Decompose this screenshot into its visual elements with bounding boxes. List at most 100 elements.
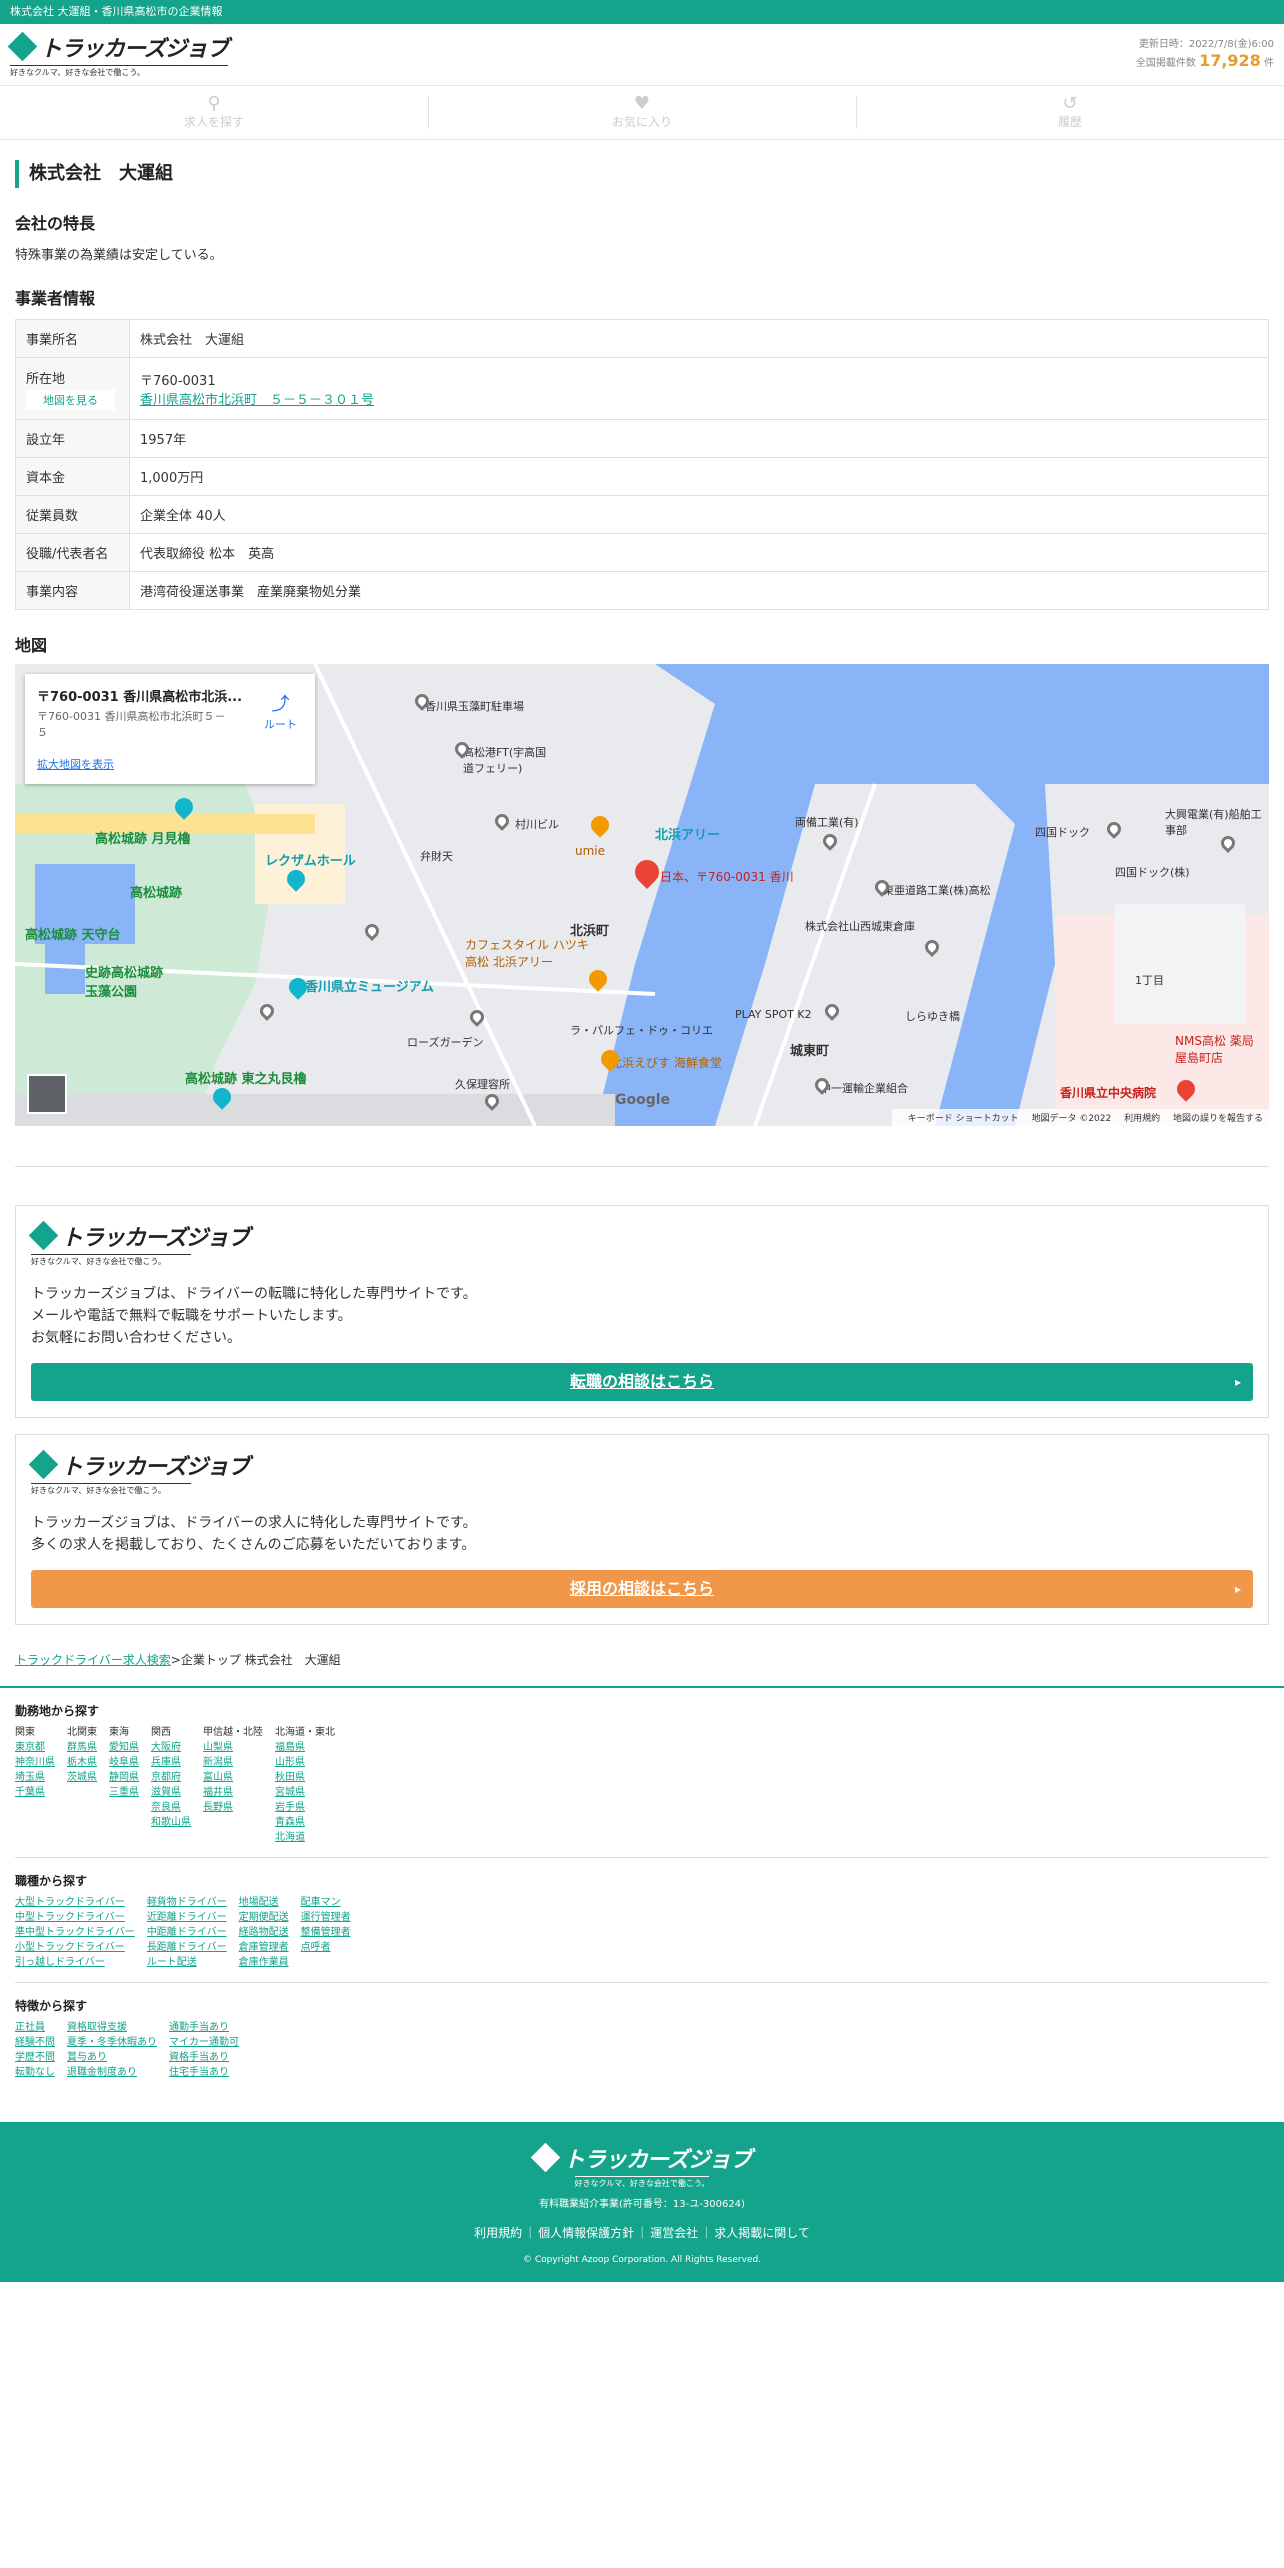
sitemap-link[interactable]: 準中型トラックドライバー: [15, 1925, 135, 1940]
sitemap-link[interactable]: 賞与あり: [67, 2050, 157, 2065]
route-button[interactable]: ⤴ ルート: [264, 690, 297, 732]
logo-tagline: 好きなクルマ、好きな会社で働こう。: [574, 2176, 710, 2189]
sitemap-link[interactable]: 静岡県: [109, 1770, 139, 1785]
sitemap-link[interactable]: 転勤なし: [15, 2065, 55, 2080]
logo-tagline: 好きなクルマ、好きな会社で働こう。: [10, 65, 228, 78]
sitemap-link[interactable]: 新潟県: [203, 1755, 263, 1770]
map-label: 高松城跡: [130, 886, 183, 901]
sitemap-link[interactable]: 正社員: [15, 2020, 55, 2035]
footer-logo[interactable]: トラッカーズジョブ 好きなクルマ、好きな会社で働こう。: [0, 2142, 1284, 2189]
sitemap-link[interactable]: 点呼者: [301, 1940, 351, 1955]
street-view-thumbnail[interactable]: [27, 1074, 67, 1114]
map-label: NMS高松 薬局 屋島町店: [1175, 1034, 1254, 1065]
sitemap-link[interactable]: 倉庫作業員: [239, 1955, 289, 1970]
sitemap-link[interactable]: 北海道: [275, 1830, 335, 1845]
info-heading: 事業者情報: [15, 289, 96, 308]
sitemap-link[interactable]: 福井県: [203, 1785, 263, 1800]
sitemap-link[interactable]: 経験不問: [15, 2035, 55, 2050]
sitemap-link[interactable]: 経路物配送: [239, 1925, 289, 1940]
sitemap-link[interactable]: 岩手県: [275, 1800, 335, 1815]
promo-text: メールや電話で無料で転職をサポートいたします。: [31, 1308, 352, 1324]
sitemap-link[interactable]: マイカー通勤可: [169, 2035, 239, 2050]
sitemap-link[interactable]: 山梨県: [203, 1740, 263, 1755]
sitemap-link[interactable]: 学歴不問: [15, 2050, 55, 2065]
map-footer-terms[interactable]: 利用規約: [1124, 1114, 1160, 1124]
marker-label: 日本、〒760-0031 香川: [660, 870, 794, 884]
embedded-map[interactable]: 〒760-0031 香川県高松市北浜... 〒760-0031 香川県高松市北浜…: [15, 664, 1269, 1126]
sitemap-link[interactable]: 富山県: [203, 1770, 263, 1785]
sitemap-column: 通勤手当あり マイカー通勤可 資格手当あり 住宅手当あり: [169, 2020, 239, 2080]
footer-link-posting[interactable]: 求人掲載に関して: [698, 2226, 810, 2240]
sitemap-link[interactable]: 山形県: [275, 1755, 335, 1770]
sitemap-link[interactable]: 岐阜県: [109, 1755, 139, 1770]
map-footer-shortcuts[interactable]: キーボード ショートカット: [908, 1114, 1019, 1124]
footer-link-privacy[interactable]: 個人情報保護方針: [522, 2226, 634, 2240]
sitemap-link[interactable]: 中型トラックドライバー: [15, 1910, 135, 1925]
sitemap-link[interactable]: 栃木県: [67, 1755, 97, 1770]
sitemap-link[interactable]: 長距離ドライバー: [147, 1940, 227, 1955]
sitemap-link[interactable]: 長野県: [203, 1800, 263, 1815]
sitemap-link[interactable]: 埼玉県: [15, 1770, 55, 1785]
enlarge-map-link[interactable]: 拡大地図を表示: [37, 756, 114, 772]
sitemap-link[interactable]: 小型トラックドライバー: [15, 1940, 135, 1955]
sitemap-link[interactable]: 茨城県: [67, 1770, 97, 1785]
map-footer-report[interactable]: 地図の誤りを報告する: [1173, 1114, 1263, 1124]
sitemap-link[interactable]: 夏季・冬季休暇あり: [67, 2035, 157, 2050]
sitemap-link[interactable]: 京都府: [151, 1770, 191, 1785]
sitemap-link[interactable]: 東京都: [15, 1740, 55, 1755]
sitemap-link[interactable]: 住宅手当あり: [169, 2065, 239, 2080]
logo-mark-icon: [7, 31, 38, 62]
sitemap-link[interactable]: 配車マン: [301, 1895, 351, 1910]
map-label: 香川県玉藻町駐車場: [425, 700, 524, 713]
sitemap-link[interactable]: 群馬県: [67, 1740, 97, 1755]
footer-link-company[interactable]: 運営会社: [634, 2226, 698, 2240]
sitemap-link[interactable]: 和歌山県: [151, 1815, 191, 1830]
nav-search[interactable]: ⚲ 求人を探す: [0, 86, 428, 139]
breadcrumb-home-link[interactable]: トラックドライバー求人検索: [15, 1653, 171, 1667]
sitemap-column: 北関東 群馬県 栃木県 茨城県: [67, 1725, 97, 1845]
sitemap-link[interactable]: ルート配送: [147, 1955, 227, 1970]
sitemap-link[interactable]: 滋賀県: [151, 1785, 191, 1800]
promo-text: お気軽にお問い合わせください。: [31, 1330, 241, 1346]
hiring-consult-button[interactable]: 採用の相談はこちら: [31, 1570, 1253, 1608]
sitemap-link[interactable]: 千葉県: [15, 1785, 55, 1800]
sitemap-link[interactable]: 奈良県: [151, 1800, 191, 1815]
nav-history[interactable]: ↺ 履歴: [856, 86, 1284, 139]
map-label: レクザムホール: [265, 854, 356, 869]
sitemap-link[interactable]: 近距離ドライバー: [147, 1910, 227, 1925]
address-link[interactable]: 香川県高松市北浜町 ５－５－３０１号: [140, 393, 374, 408]
sitemap-columns: 大型トラックドライバー 中型トラックドライバー 準中型トラックドライバー 小型トラック…: [15, 1895, 1269, 1970]
sitemap-link[interactable]: 三重県: [109, 1785, 139, 1800]
sitemap-link[interactable]: 退職金制度あり: [67, 2065, 157, 2080]
sitemap-link[interactable]: 青森県: [275, 1815, 335, 1830]
sitemap-link[interactable]: 大型トラックドライバー: [15, 1895, 135, 1910]
table-row: 資本金 1,000万円: [15, 457, 1269, 496]
view-map-button[interactable]: 地図を見る: [26, 389, 115, 410]
sitemap-link[interactable]: 兵庫県: [151, 1755, 191, 1770]
nav-favorites[interactable]: ♥ お気に入り: [428, 86, 856, 139]
sitemap-link[interactable]: 福島県: [275, 1740, 335, 1755]
sitemap-link[interactable]: 地場配送: [239, 1895, 289, 1910]
footer-link-terms[interactable]: 利用規約: [474, 2226, 522, 2240]
career-consult-button[interactable]: 転職の相談はこちら: [31, 1363, 1253, 1401]
sitemap-link[interactable]: 定期便配送: [239, 1910, 289, 1925]
sitemap-link[interactable]: 神奈川県: [15, 1755, 55, 1770]
sitemap-link[interactable]: 通勤手当あり: [169, 2020, 239, 2035]
site-logo[interactable]: トラッカーズジョブ 好きなクルマ、好きな会社で働こう。: [7, 31, 229, 78]
total-count: 17,928: [1199, 51, 1261, 70]
sitemap-link[interactable]: 愛知県: [109, 1740, 139, 1755]
sitemap-link[interactable]: 整備管理者: [301, 1925, 351, 1940]
sitemap-link[interactable]: 資格取得支援: [67, 2020, 157, 2035]
sitemap-link[interactable]: 大阪府: [151, 1740, 191, 1755]
sitemap-link[interactable]: 軽貨物ドライバー: [147, 1895, 227, 1910]
sitemap-link[interactable]: 中距離ドライバー: [147, 1925, 227, 1940]
sitemap-link[interactable]: 運行管理者: [301, 1910, 351, 1925]
sitemap-link[interactable]: 宮城県: [275, 1785, 335, 1800]
google-logo: Google: [615, 1092, 671, 1108]
sitemap-link[interactable]: 倉庫管理者: [239, 1940, 289, 1955]
promo-logo: トラッカーズジョブ 好きなクルマ、好きな会社で働こう。: [28, 1220, 1253, 1267]
sitemap-link[interactable]: 引っ越しドライバー: [15, 1955, 135, 1970]
sitemap-link[interactable]: 秋田県: [275, 1770, 335, 1785]
row-value: 港湾荷役運送事業 産業廃棄物処分業: [129, 571, 1269, 610]
sitemap-link[interactable]: 資格手当あり: [169, 2050, 239, 2065]
